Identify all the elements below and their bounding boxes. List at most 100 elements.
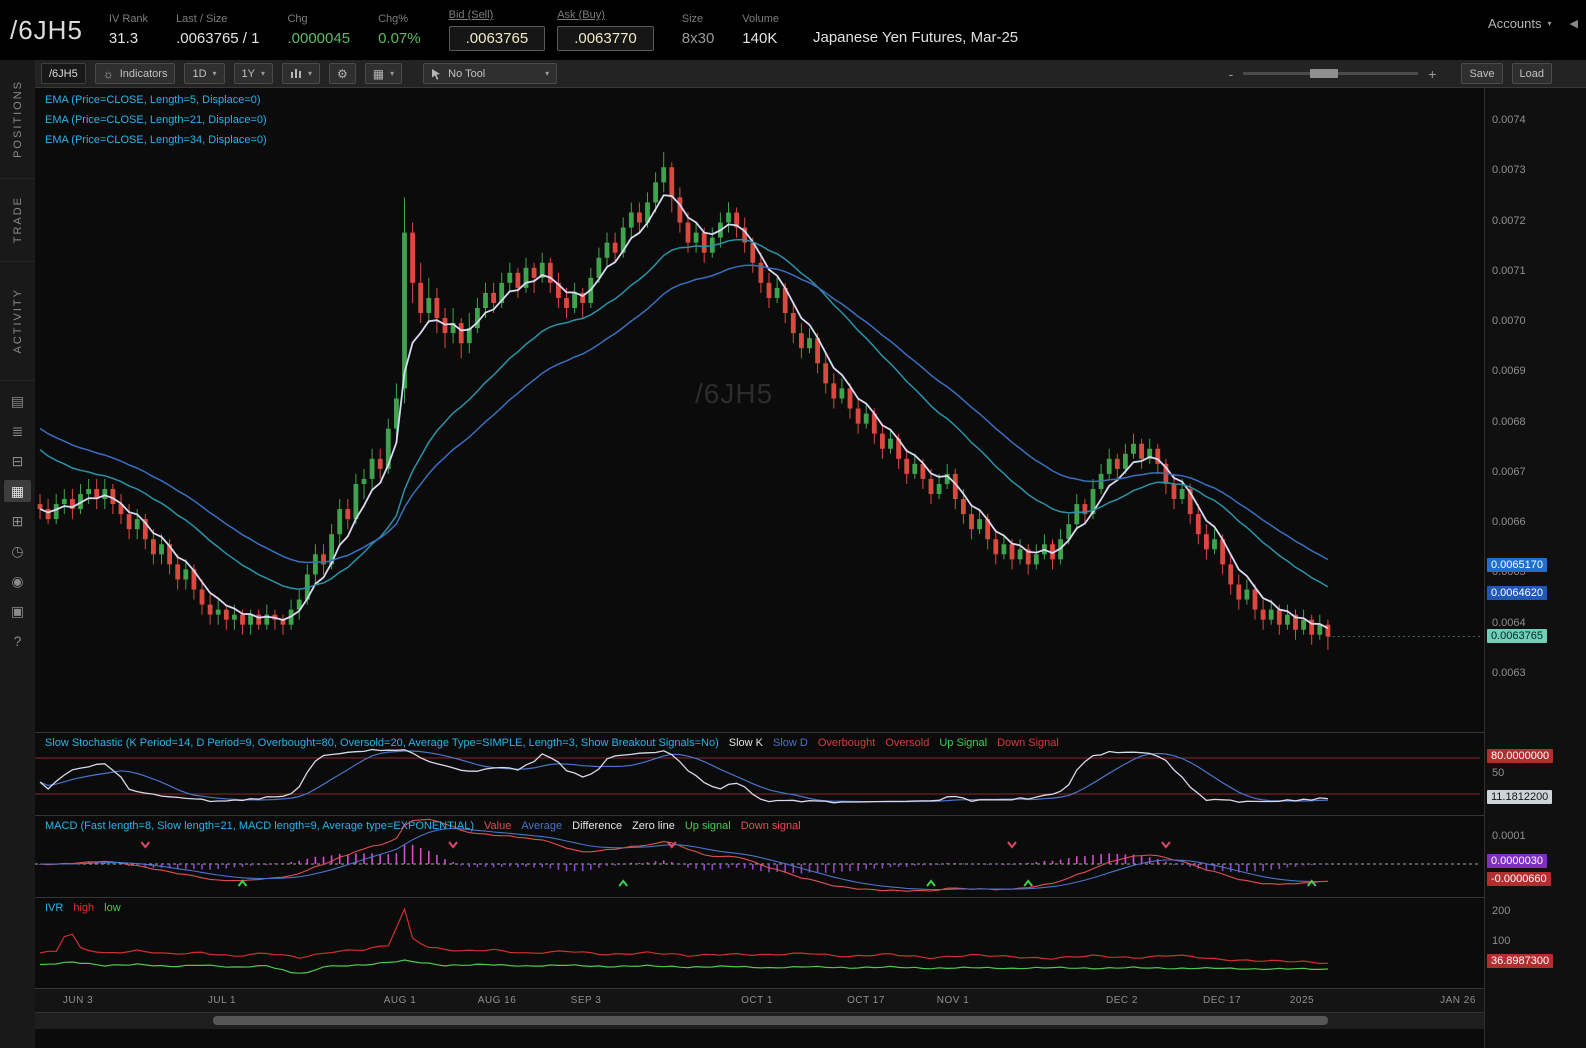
legend-item: Up signal	[684, 820, 731, 832]
zoom-slider-thumb[interactable]	[1309, 69, 1338, 78]
zoom-out-button[interactable]: -	[1229, 66, 1234, 82]
watchlist-icon[interactable]: ▤	[4, 390, 31, 412]
timeframe-dropdown[interactable]: 1D ▾	[184, 63, 225, 84]
price-axis-badge: 0.0063765	[1487, 628, 1547, 643]
macd-panel[interactable]: MACD (Fast length=8, Slow length=21, MAC…	[35, 815, 1484, 898]
macd-legend: MACD (Fast length=8, Slow length=21, MAC…	[45, 820, 811, 832]
ivr-panel[interactable]: IVR high low	[35, 897, 1484, 989]
price-panel[interactable]: EMA (Price=CLOSE, Length=5, Displace=0) E…	[35, 88, 1484, 732]
timeframe-value: 1D	[192, 67, 207, 80]
legend-item: Down signal	[740, 820, 801, 832]
candle-style-icon	[291, 68, 302, 78]
down-signal-marker	[140, 841, 151, 849]
sidebar-tab-positions-label: POSITIONS	[11, 80, 24, 158]
range-dropdown[interactable]: 1Y ▾	[233, 63, 274, 84]
ema-5-line	[39, 194, 1329, 629]
ask-button[interactable]: .0063770	[557, 26, 654, 51]
drawing-tool-dropdown[interactable]: No Tool ▾	[423, 63, 558, 84]
down-signal-marker	[448, 841, 458, 849]
legend-item: EMA (Price=CLOSE, Length=34, Displace=0)	[45, 134, 267, 146]
ivr-plot[interactable]	[35, 898, 1484, 989]
scrollbar-thumb[interactable]	[213, 1016, 1328, 1025]
horizontal-scrollbar[interactable]	[35, 1012, 1484, 1029]
time-axis: JUN 3 JUL 1 AUG 1 AUG 16 SEP 3 OCT 1 OCT 17 NOV…	[35, 988, 1484, 1013]
up-signal-marker	[1023, 879, 1033, 887]
stochastic-panel[interactable]: Slow Stochastic (K Period=14, D Period=9…	[35, 732, 1484, 816]
legend-item: Slow K	[728, 737, 763, 749]
macd-axis-tick: 0.0001	[1492, 830, 1526, 842]
grid-pages-icon[interactable]: ⊞	[4, 510, 31, 532]
help-icon[interactable]: ?	[4, 630, 31, 652]
follow-icon[interactable]: ◉	[4, 570, 31, 592]
instrument-name: Japanese Yen Futures, Mar-25	[813, 28, 1019, 46]
accounts-dropdown[interactable]: Accounts ▾	[1488, 16, 1552, 31]
chart-settings-button[interactable]: ⚙	[329, 63, 356, 84]
ivr-axis-tick: 100	[1492, 935, 1511, 947]
range-value: 1Y	[241, 67, 255, 80]
time-axis-label: OCT 1	[741, 995, 773, 1006]
stoch-axis-badge: 80.0000000	[1487, 749, 1554, 763]
accounts-label: Accounts	[1488, 15, 1542, 31]
zoom-in-button[interactable]: +	[1428, 66, 1436, 82]
curve-icon[interactable]: ⊟	[4, 450, 31, 472]
bid-label: Bid (Sell)	[448, 9, 494, 21]
cursor-icon	[432, 68, 441, 80]
bid-button[interactable]: .0063765	[448, 26, 546, 51]
iv-rank-field: IV Rank 31.3	[109, 13, 148, 47]
collapse-panel-icon[interactable]: ◀	[1570, 17, 1578, 30]
legend-item: IVR	[45, 902, 64, 914]
ask-label: Ask (Buy)	[557, 9, 605, 21]
indicators-button-label: Indicators	[119, 67, 168, 80]
legend-item: Value	[484, 820, 512, 832]
ema-labels: EMA (Price=CLOSE, Length=5, Displace=0) E…	[45, 94, 267, 154]
quote-header: /6JH5 IV Rank 31.3 Last / Size .0063765 …	[0, 0, 1586, 61]
chevron-down-icon: ▾	[212, 69, 217, 78]
load-button[interactable]: Load	[1511, 63, 1552, 84]
ivr-legend: IVR high low	[45, 902, 131, 914]
symbol-tab[interactable]: /6JH5	[41, 63, 86, 84]
ema-21-line	[39, 238, 1329, 590]
time-axis-label: 2025	[1289, 995, 1315, 1006]
up-signal-marker	[618, 879, 628, 887]
chevron-down-icon: ▾	[261, 69, 266, 78]
indicators-button[interactable]: ☼ Indicators	[94, 63, 176, 84]
chart-style-dropdown[interactable]: ▾	[282, 63, 321, 84]
grid-layout-dropdown[interactable]: ▦ ▾	[364, 63, 403, 84]
chart-icon[interactable]: ▦	[4, 480, 31, 502]
sidebar-tab-activity[interactable]: ACTIVITY	[0, 262, 35, 381]
stoch-axis-badge: 11.1812200	[1487, 790, 1553, 805]
journal-icon[interactable]: ≣	[4, 420, 31, 442]
sidebar-tab-trade[interactable]: TRADE	[0, 179, 35, 262]
legend-item: Average	[521, 820, 563, 832]
size-value: 8x30	[681, 30, 715, 47]
save-button[interactable]: Save	[1461, 63, 1503, 84]
platform-icon[interactable]: ▣	[4, 600, 31, 622]
legend-item: Up Signal	[939, 737, 988, 749]
macd-axis-badge: 0.0000030	[1487, 854, 1547, 869]
price-axis[interactable]: 0.0074 0.0073 0.0072 0.0071 0.0070 0.0069 0.00…	[1484, 88, 1586, 1048]
history-icon[interactable]: ◷	[4, 540, 31, 562]
legend-item: Zero line	[632, 820, 675, 832]
legend-item: EMA (Price=CLOSE, Length=21, Displace=0)	[45, 114, 267, 126]
zoom-slider[interactable]	[1243, 69, 1419, 78]
legend-item: low	[104, 902, 121, 914]
price-axis-tick: 0.0072	[1492, 214, 1526, 227]
ask-field: Ask (Buy) .0063770	[557, 9, 654, 51]
price-plot[interactable]	[35, 88, 1484, 732]
last-size-field: Last / Size .0063765 / 1	[176, 13, 259, 47]
price-axis-tick: 0.0069	[1492, 365, 1526, 378]
last-size-label: Last / Size	[176, 13, 228, 25]
price-axis-tick: 0.0067	[1492, 465, 1526, 478]
time-axis-label: OCT 17	[847, 995, 885, 1006]
chg-value: .0000045	[287, 30, 351, 47]
time-axis-label: AUG 16	[477, 995, 517, 1006]
chg-field: Chg .0000045	[287, 13, 350, 47]
iv-rank-label: IV Rank	[108, 13, 149, 25]
chart-toolbar: /6JH5 ☼ Indicators 1D ▾ 1Y ▾ ▾ ⚙ ▦ ▾ No …	[35, 60, 1586, 88]
sidebar-tab-positions[interactable]: POSITIONS	[0, 60, 35, 179]
down-signal-marker	[1161, 841, 1171, 849]
zoom-control: - +	[1229, 66, 1437, 82]
legend-item: MACD (Fast length=8, Slow length=21, MAC…	[45, 820, 475, 832]
last-size-value: .0063765 / 1	[176, 30, 260, 47]
time-axis-label: DEC 2	[1106, 995, 1138, 1006]
